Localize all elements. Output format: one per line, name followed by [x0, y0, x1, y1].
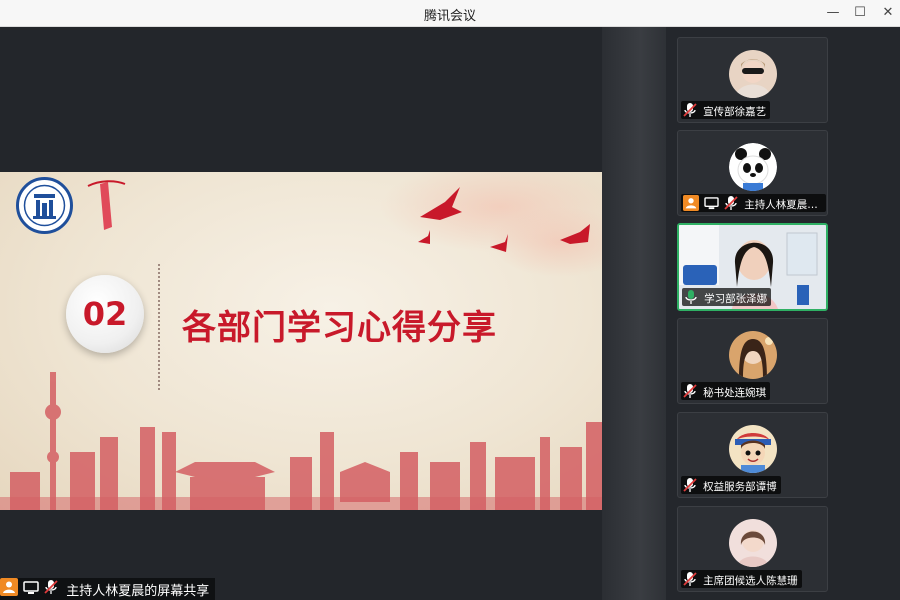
host-icon — [0, 578, 18, 600]
mic-muted-icon — [724, 195, 738, 215]
participant-label: 权益服务部谭博 — [681, 476, 781, 494]
participant-name: 权益服务部谭博 — [703, 481, 777, 493]
host-icon — [683, 194, 699, 215]
participant-name: 主席团候选人陈慧珊 — [703, 575, 798, 587]
avatar — [729, 425, 777, 473]
maximize-button[interactable]: ☐ — [850, 4, 870, 22]
participant-label: 秘书处连婉琪 — [681, 382, 771, 403]
participant-name: 宣传部徐嘉艺 — [703, 106, 767, 118]
participant-name: 主持人林夏晨的... — [744, 199, 823, 211]
screen-share-icon — [23, 580, 39, 599]
avatar — [729, 519, 777, 567]
participant-tile-active-speaker[interactable]: 学习部张泽娜 — [677, 223, 828, 311]
title-bar: 腾讯会议 — ☐ ✕ — [0, 0, 900, 27]
participant-tile[interactable]: 宣传部徐嘉艺 — [677, 37, 828, 123]
panel-divider — [602, 27, 666, 600]
participant-tile[interactable]: 秘书处连婉琪 — [677, 318, 828, 404]
avatar — [729, 143, 777, 191]
participant-tile[interactable]: 主持人林夏晨的... — [677, 130, 828, 216]
screen-share-icon — [704, 195, 719, 214]
school-logo — [16, 177, 73, 234]
mic-muted-icon — [683, 571, 697, 591]
participant-label: 主席团候选人陈慧珊 — [681, 570, 802, 588]
participant-tile[interactable]: 主席团候选人陈慧珊 — [677, 506, 828, 592]
minimize-button[interactable]: — — [823, 4, 843, 22]
mic-muted-icon — [683, 383, 697, 403]
section-number: 02 — [66, 275, 144, 353]
avatar — [729, 50, 777, 98]
mic-muted-icon — [683, 102, 697, 122]
slide-title: 各部门学习心得分享 — [182, 308, 497, 348]
participant-tile[interactable]: 权益服务部谭博 — [677, 412, 828, 498]
participant-label: 主持人林夏晨的... — [681, 194, 827, 215]
presentation-slide: 02 各部门学习心得分享 — [0, 172, 602, 510]
avatar — [729, 331, 777, 379]
participant-label: 学习部张泽娜 — [682, 288, 772, 309]
mic-muted-icon — [683, 477, 697, 497]
screen-share-indicator: 主持人林夏晨的屏幕共享 — [0, 578, 216, 600]
shared-screen-area: 02 各部门学习心得分享 — [0, 27, 602, 600]
mic-active-icon — [684, 289, 698, 309]
mic-muted-icon — [44, 579, 58, 599]
participant-name: 秘书处连婉琪 — [703, 387, 767, 399]
close-button[interactable]: ✕ — [878, 4, 898, 22]
participant-name: 学习部张泽娜 — [704, 293, 768, 305]
window-title: 腾讯会议 — [423, 9, 476, 24]
screen-share-label: 主持人林夏晨的屏幕共享 — [66, 583, 210, 599]
slide-divider — [158, 264, 160, 390]
participant-label: 宣传部徐嘉艺 — [681, 101, 771, 122]
